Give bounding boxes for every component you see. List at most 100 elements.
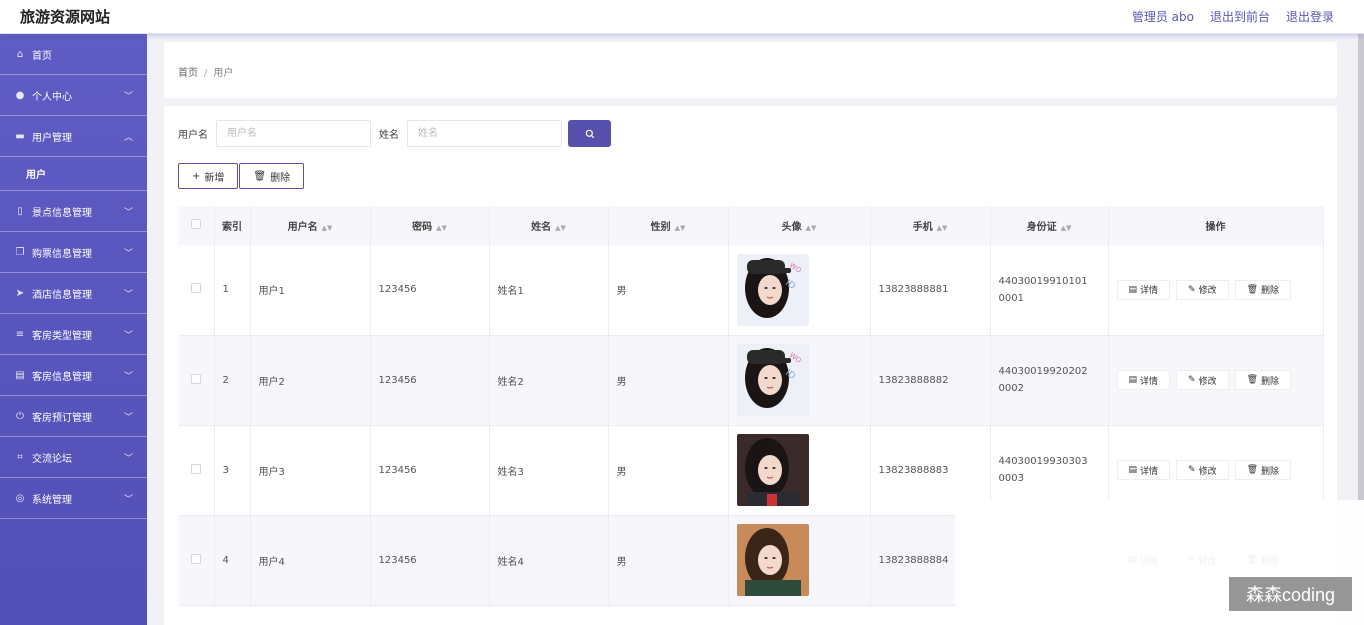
search-icon — [585, 129, 594, 138]
cell-index: 4 — [214, 515, 251, 606]
cell-gender: 男 — [608, 425, 729, 516]
chevron-down-icon: ﹀ — [123, 413, 133, 423]
document-icon: ▤ — [1128, 465, 1138, 475]
clipboard-icon: ▤ — [15, 369, 25, 381]
col-name-label: 姓名 — [531, 222, 552, 233]
table-header-row: 索引 用户名 ▲▼ 密码 ▲▼ 姓名 ▲▼ 性别 ▲▼ 头像 ▲▼ 手机 ▲▼ 身份证 ▲▼ … — [178, 206, 1324, 245]
sidebar-subitem-users[interactable]: 用户 — [0, 157, 147, 191]
row-checkbox[interactable] — [190, 553, 201, 564]
crop-icon: ⌗ — [17, 451, 23, 463]
sidebar-item-10[interactable]: ⌗ 交流论坛 ﹀ — [0, 437, 147, 478]
document-icon: ▤ — [1128, 375, 1138, 385]
edit-button[interactable]: ✎修改 — [1176, 279, 1229, 300]
trash-icon: 🗑 — [1246, 284, 1259, 295]
col-username[interactable]: 用户名 ▲▼ — [250, 206, 371, 245]
scrollbar[interactable] — [1358, 34, 1364, 500]
row-checkbox[interactable] — [190, 373, 201, 384]
add-button[interactable]: + 新增 — [178, 163, 239, 189]
detail-label: 详情 — [1140, 286, 1159, 297]
sidebar-item-2[interactable]: ▬ 用户管理 ︿ — [0, 116, 147, 157]
admin-user-label[interactable]: 管理员 abo — [1132, 8, 1194, 25]
sidebar-item-11[interactable]: ◎ 系统管理 ﹀ — [0, 478, 147, 519]
sidebar-item-6[interactable]: ➤ 酒店信息管理 ﹀ — [0, 273, 147, 314]
col-avatar[interactable]: 头像 ▲▼ — [728, 206, 871, 245]
cell-name: 姓名2 — [489, 335, 609, 426]
back-to-front-link[interactable]: 退出到前台 — [1210, 8, 1270, 25]
chevron-down-icon: ﹀ — [123, 331, 133, 341]
sidebar-item-9[interactable]: ⏻ 客房预订管理 ﹀ — [0, 396, 147, 437]
action-buttons: + 新增 🗑 删除 — [178, 163, 305, 189]
delete-button[interactable]: 🗑删除 — [1234, 370, 1292, 390]
chevron-down-icon: ﹀ — [123, 454, 133, 464]
col-ops: 操作 — [1108, 206, 1324, 245]
cell-idcard: 440300199101010001 — [990, 245, 1109, 336]
edit-label: 修改 — [1198, 466, 1217, 477]
sort-icon: ▲▼ — [321, 224, 333, 232]
col-gender[interactable]: 性别 ▲▼ — [608, 206, 729, 245]
col-name[interactable]: 姓名 ▲▼ — [489, 206, 609, 245]
sidebar-item-label: 系统管理 — [32, 494, 72, 506]
logout-link[interactable]: 退出登录 — [1286, 8, 1334, 25]
header-links: 管理员 abo 退出到前台 退出登录 — [1132, 8, 1334, 25]
cell-password: 123456 — [370, 425, 490, 516]
delete-label: 删除 — [1261, 466, 1280, 477]
sort-icon: ▲▼ — [555, 224, 566, 232]
sort-icon: ▲▼ — [936, 224, 948, 232]
detail-button[interactable]: ▤详情 — [1116, 370, 1171, 390]
batch-delete-button[interactable]: 🗑 删除 — [239, 163, 305, 189]
username-input[interactable] — [216, 120, 371, 147]
name-input[interactable] — [407, 120, 562, 147]
plus-icon: + — [192, 170, 201, 182]
chevron-down-icon: ﹀ — [123, 249, 133, 259]
cell-gender: 男 — [608, 335, 729, 426]
col-index-label: 索引 — [222, 222, 242, 233]
sidebar-item-0[interactable]: ⌂ 首页 — [0, 34, 147, 75]
breadcrumb-home[interactable]: 首页 — [178, 68, 198, 79]
row-select-cell — [178, 245, 215, 336]
edit-label: 修改 — [1198, 376, 1217, 387]
col-password[interactable]: 密码 ▲▼ — [370, 206, 490, 245]
sort-icon: ▲▼ — [674, 224, 686, 232]
cell-index: 3 — [214, 425, 251, 516]
col-phone[interactable]: 手机 ▲▼ — [870, 206, 991, 245]
col-username-label: 用户名 — [287, 222, 318, 233]
cell-index: 2 — [214, 335, 251, 426]
breadcrumb-current: 用户 — [213, 68, 234, 79]
sidebar-item-label: 交流论坛 — [32, 453, 72, 465]
col-gender-label: 性别 — [650, 222, 671, 233]
edit-button[interactable]: ✎修改 — [1176, 460, 1229, 480]
home-icon: ⌂ — [16, 48, 24, 60]
detail-button[interactable]: ▤详情 — [1116, 279, 1171, 300]
select-all-checkbox[interactable] — [190, 219, 201, 229]
delete-button[interactable]: 🗑删除 — [1234, 460, 1292, 480]
cell-name: 姓名3 — [489, 425, 609, 516]
sidebar-item-label: 用户管理 — [32, 132, 72, 144]
sidebar-item-8[interactable]: ▤ 客房信息管理 ﹀ — [0, 355, 147, 396]
add-button-label: 新增 — [204, 172, 225, 184]
sidebar-item-7[interactable]: ≡ 客房类型管理 ﹀ — [0, 314, 147, 355]
sidebar-item-1[interactable]: ● 个人中心 ﹀ — [0, 75, 147, 116]
sidebar-item-label: 购票信息管理 — [32, 248, 92, 260]
edit-button[interactable]: ✎修改 — [1176, 370, 1229, 390]
delete-button[interactable]: 🗑删除 — [1234, 279, 1292, 300]
cell-username: 用户2 — [250, 335, 371, 426]
breadcrumb: 首页 / 用户 — [178, 64, 233, 79]
row-checkbox[interactable] — [190, 463, 201, 474]
delete-button-label: 删除 — [270, 172, 291, 184]
sidebar-item-label: 景点信息管理 — [32, 207, 92, 219]
sidebar-item-label: 个人中心 — [32, 91, 72, 103]
breadcrumb-card: 首页 / 用户 — [164, 42, 1337, 98]
row-checkbox[interactable] — [190, 283, 201, 294]
sidebar-item-label: 客房信息管理 — [32, 371, 92, 383]
sidebar-item-4[interactable]: ▯ 景点信息管理 ﹀ — [0, 191, 147, 232]
search-button[interactable] — [568, 120, 611, 147]
sidebar-item-5[interactable]: ❐ 购票信息管理 ﹀ — [0, 232, 147, 273]
detail-button[interactable]: ▤详情 — [1116, 460, 1171, 480]
cell-username: 用户3 — [250, 425, 371, 516]
detail-label: 详情 — [1140, 376, 1159, 387]
idcard-value: 440300199202020002 — [998, 366, 1088, 394]
col-idcard[interactable]: 身份证 ▲▼ — [990, 206, 1109, 245]
sort-icon: ▲▼ — [436, 224, 447, 232]
chevron-up-icon: ︿ — [123, 133, 133, 143]
trash-icon: 🗑 — [1246, 465, 1259, 475]
